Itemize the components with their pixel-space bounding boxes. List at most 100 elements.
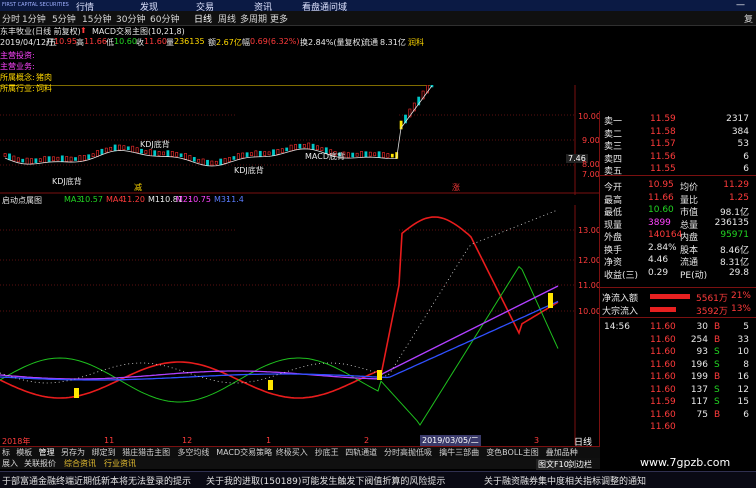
indicator-tab[interactable]: 抄底王 [315, 447, 339, 458]
candle [131, 145, 135, 153]
indicator-purple-line [0, 285, 559, 380]
f10-button[interactable]: 图文F10 [536, 459, 571, 470]
period-tab-weekly[interactable]: 周线 [218, 12, 236, 25]
stat-label: 今开 [604, 183, 623, 193]
sidebar-toggle[interactable]: 剑边栏 [568, 459, 592, 470]
indicator-tab[interactable]: 标 [2, 447, 10, 458]
tick-row[interactable]: 11.60 196 S 8 [600, 360, 755, 371]
indicator-tab[interactable]: 绑定到 [92, 447, 116, 458]
stat-value: 8.31亿 [719, 258, 749, 268]
tab-industry-news[interactable]: 行业资讯 [104, 458, 136, 469]
indicator-tab[interactable]: 终极买入 [276, 447, 308, 458]
ask-row[interactable]: 卖四 11.56 6 [600, 152, 755, 165]
stat-row[interactable]: 收益(三) 0.29 PE(动) 29.8 [600, 268, 755, 281]
indicator-tab[interactable]: 擒牛三部曲 [439, 447, 479, 458]
candle [43, 156, 47, 163]
stat-row[interactable]: 最低 10.60 市值 98.1亿 [600, 205, 755, 218]
period-tab-multi[interactable]: 多周期 [240, 12, 267, 25]
flow-bar [650, 294, 690, 299]
candle [360, 151, 363, 158]
period-tab-5min[interactable]: 5分钟 [52, 12, 76, 25]
watermark: www.7gpzb.com [640, 456, 731, 469]
period-tab-60min[interactable]: 60分钟 [150, 12, 179, 25]
stat-row[interactable]: 最高 11.66 量比 1.25 [600, 192, 755, 206]
indicator-tab[interactable]: 多空均线 [177, 447, 209, 458]
ticker-item[interactable]: 于部富通金融终端近期低新本将无法登录的提示 [2, 474, 191, 487]
candle [162, 151, 165, 156]
indicator-tab[interactable]: MACD交易策略 [216, 447, 272, 458]
panel-divider [600, 287, 756, 288]
ask-label: 卖二 [604, 129, 623, 140]
tick-row[interactable]: 11.60 [600, 422, 755, 433]
y-tick: 12.00 [578, 256, 601, 265]
daily-label[interactable]: 日线 [574, 435, 592, 448]
ticker-item[interactable]: 关于我的进取(150189)可能发生触发下阀值折算的风险提示 [206, 474, 445, 487]
period-tab-intraday[interactable]: 分时 [2, 12, 20, 25]
restore-label[interactable]: 复 [744, 12, 753, 25]
indicator-tab[interactable]: 四轨通道 [345, 447, 377, 458]
candle [201, 158, 205, 166]
candle [113, 144, 117, 152]
indicator-tab[interactable]: 变色BOLL主图 [486, 447, 539, 458]
tick-row[interactable]: 11.59 117 S 15 [600, 397, 755, 408]
tick-side: S [714, 359, 720, 370]
indicator-tab[interactable]: 猎庄猎击主图 [122, 447, 170, 458]
concept-label: 所属概念: [0, 73, 35, 82]
tick-count: 6 [743, 409, 749, 420]
stat-row[interactable]: 今开 10.95 均价 11.29 [600, 180, 755, 193]
tick-row[interactable]: 11.60 199 B 16 [600, 372, 755, 383]
period-tab-more[interactable]: 更多 [270, 12, 288, 25]
candle [206, 159, 209, 166]
candle [241, 152, 245, 159]
indicator-tab[interactable]: 另存为 [61, 447, 85, 458]
tab-related-quote[interactable]: 关联报价 [24, 458, 56, 469]
period-tab-daily[interactable]: 日线 [194, 12, 212, 25]
tick-row[interactable]: 11.60 254 B 33 [600, 335, 755, 346]
stat-row[interactable]: 净资 4.46 流通 8.31亿 [600, 255, 755, 268]
candle [214, 160, 218, 165]
indicator-tab[interactable]: 管理 [39, 447, 55, 458]
stat-row[interactable]: 换手 2.84% 股本 8.46亿 [600, 243, 755, 256]
tick-row[interactable]: 11.60 75 B 6 [600, 410, 755, 421]
indicator-tab[interactable]: 叠加品种 [546, 447, 578, 458]
flow-pct: 13% [730, 304, 751, 314]
indicator-name[interactable]: MACD交易主图(10,21,8) [92, 26, 185, 37]
stat-row[interactable]: 外盘 140164 内盘 95971 [600, 230, 755, 243]
tick-row[interactable]: 11.60 137 S 12 [600, 385, 755, 396]
open-label: 开 [46, 38, 54, 47]
tick-row[interactable]: 11.60 93 S 10 [600, 347, 755, 358]
tick-count: 8 [743, 359, 749, 370]
ask-row[interactable]: 卖一 11.59 2317 [600, 114, 755, 127]
sub-indicator-chart[interactable] [0, 205, 600, 445]
note-main-invest: 主营投资: [0, 51, 35, 60]
period-tab-30min[interactable]: 30分钟 [116, 12, 145, 25]
stat-value: 1.25 [728, 192, 749, 203]
candle [267, 151, 271, 156]
period-tab-1min[interactable]: 1分钟 [22, 12, 46, 25]
stat-label: 净资 [604, 258, 623, 268]
flow-row[interactable]: 净流入额 5561万 21% [600, 291, 755, 304]
ask-price: 11.59 [650, 114, 676, 124]
tab-import[interactable]: 展入 [2, 458, 18, 469]
tab-composite-news[interactable]: 综合资讯 [64, 458, 96, 469]
volume-value: 236135 [174, 37, 205, 46]
ticker-item[interactable]: 关于融资融券集中度相关指标调整的通知 [484, 474, 646, 487]
candle [302, 144, 306, 148]
info-tabbar: 展入 关联报价 综合资讯 行业资讯 [0, 458, 600, 469]
tick-row[interactable]: 14:56 11.60 30 B 5 [600, 322, 755, 333]
ask-row[interactable]: 卖二 11.58 384 [600, 127, 755, 140]
ask-row[interactable]: 卖五 11.55 6 [600, 164, 755, 177]
arrow-up-icon: ⬆ [80, 26, 87, 35]
ask-row[interactable]: 卖三 11.57 53 [600, 139, 755, 152]
stat-row[interactable]: 现量 3899 总量 236135 [600, 217, 755, 231]
stat-value: 3899 [648, 217, 671, 228]
y-tick: 13.00 [578, 226, 601, 235]
flow-row[interactable]: 大宗流入 3592万 13% [600, 304, 755, 317]
main-kline-chart[interactable] [0, 85, 600, 195]
candle [263, 151, 267, 156]
minimize-icon[interactable]: — [736, 0, 745, 10]
indicator-tab[interactable]: 分时高抛低吸 [384, 447, 432, 458]
period-tab-15min[interactable]: 15分钟 [82, 12, 111, 25]
candle [78, 155, 82, 162]
indicator-tab[interactable]: 模板 [16, 447, 32, 458]
